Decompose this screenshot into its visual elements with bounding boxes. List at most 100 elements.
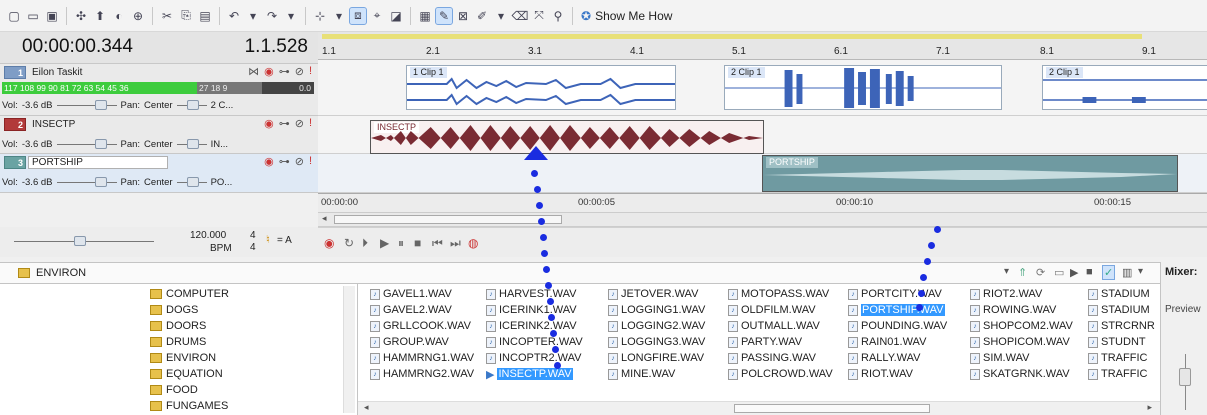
preview-play-icon[interactable]: ▶ [1070,266,1078,279]
slider-knob[interactable] [186,176,199,187]
up-folder-icon[interactable]: ⇑ [1018,266,1027,279]
snap-icon[interactable]: ⊹ [312,8,328,24]
slider-knob[interactable] [186,138,199,149]
file-item[interactable]: ♪ LOGGING1.WAV [608,303,705,317]
file-item[interactable]: ♪ SHOPCOM2.WAV [970,319,1073,333]
path-dropdown-icon[interactable]: ▾ [1004,266,1009,277]
properties-icon[interactable]: ✣ [73,8,89,24]
slider-knob[interactable] [74,236,86,246]
file-item[interactable]: ♪ PORTCITY.WAV [848,287,942,301]
file-item[interactable]: ♪ HARVEST.WAV [486,287,576,301]
timeline-area[interactable]: 1 Clip 1 2 Clip 1 2 Clip 1 INSECTP PORTS… [318,60,1207,218]
file-item[interactable]: ♪ GRLLCOOK.WAV [370,319,471,333]
file-item[interactable]: ♪ OLDFILM.WAV [728,303,816,317]
file-item[interactable]: ♪ GAVEL2.WAV [370,303,452,317]
file-item[interactable]: ♪ RIOT2.WAV [970,287,1042,301]
envelope-tool-icon[interactable]: ⊠ [455,8,471,24]
scroll-thumb[interactable] [334,215,562,224]
tree-folder[interactable]: EQUATION [150,367,223,381]
fader-knob[interactable] [1179,368,1191,386]
stop-icon[interactable]: ■ [414,236,421,250]
arm-record-icon[interactable]: ◉ [264,117,274,130]
slider-knob[interactable] [186,99,199,110]
slider-knob[interactable] [94,99,107,110]
file-item[interactable]: ♪ STADIUM [1088,287,1156,301]
file-item[interactable]: ♪ TRAFFIC [1088,351,1156,365]
refresh-icon[interactable]: ⟳ [1036,266,1045,279]
file-item[interactable]: ♪ LOGGING3.WAV [608,335,705,349]
split-tool-icon[interactable]: ⚲ [550,8,566,24]
show-me-how-button[interactable]: ✪ Show Me How [581,9,672,23]
file-item[interactable]: ♪ SHOPICOM.WAV [970,335,1070,349]
pause-icon[interactable]: ⏸ [398,236,404,251]
timeline-scrollbar[interactable]: ◂ [318,213,1207,227]
slider-knob[interactable] [94,176,107,187]
pan-slider[interactable] [176,138,207,149]
go-to-start-icon[interactable]: ⏮ [432,236,443,251]
file-item[interactable]: ♪ RALLY.WAV [848,351,921,365]
track-header-1[interactable]: 1 Eilon Taskit ⋈ ◉ ⊶ ⊘ ! 117 108 99 90 8… [0,64,318,116]
record-mode-icon[interactable]: ◍ [468,236,478,250]
automation-icon[interactable]: ⋈ [248,65,259,78]
record-icon[interactable]: ◉ [324,236,334,250]
snap-dropdown-icon[interactable]: ▾ [331,8,347,24]
bpm-value[interactable]: 120.000 [190,230,226,241]
fx-icon[interactable]: ⊶ [279,117,290,130]
file-item[interactable]: ♪ STUDNT [1088,335,1156,349]
views-dropdown-icon[interactable]: ▾ [1138,266,1143,277]
file-item[interactable]: ♪ LOGGING2.WAV [608,319,705,333]
track-name[interactable]: Eilon Taskit [28,66,168,79]
file-item[interactable]: ♪ INCOPTER.WAV [486,335,583,349]
pan-slider[interactable] [176,176,207,187]
slider-knob[interactable] [94,138,107,149]
master-slider[interactable] [14,236,154,246]
track-name[interactable]: INSECTP [28,118,168,131]
arm-record-icon[interactable]: ◉ [264,65,274,78]
file-item[interactable]: ♪ PASSING.WAV [728,351,816,365]
track-header-3[interactable]: 3 PORTSHIP ◉ ⊶ ⊘ ! Vol: -3.6 dB Pan: Cen… [0,154,318,193]
mute-icon[interactable]: ⊘ [295,117,304,130]
file-item[interactable]: ♪ GAVEL1.WAV [370,287,452,301]
auto-ripple-icon[interactable]: ⧈ [349,6,367,25]
file-item[interactable]: ♪ STADIUM [1088,303,1156,317]
new-folder-icon[interactable]: ▭ [1054,266,1064,279]
cut-icon[interactable]: ✂ [159,8,175,24]
file-item[interactable]: ♪ ROWING.WAV [970,303,1056,317]
file-item[interactable]: ♪ MOTOPASS.WAV [728,287,829,301]
save-icon[interactable]: ▣ [44,8,60,24]
views-icon[interactable]: ▥ [1122,266,1132,279]
explorer-path[interactable]: ENVIRON [36,267,86,279]
track-name[interactable]: PORTSHIP [28,156,168,169]
file-item[interactable]: ♪ JETOVER.WAV [608,287,698,301]
file-item[interactable]: ♪ HAMMRNG2.WAV [370,367,474,381]
brush-dropdown-icon[interactable]: ▾ [493,8,509,24]
time-ruler[interactable]: 00:00:00 00:00:05 00:00:10 00:00:15 [318,193,1207,213]
copy-icon[interactable]: ⎘ [178,8,194,24]
file-item[interactable]: ♪ POUNDING.WAV [848,319,947,333]
file-item[interactable]: ♪ RIOT.WAV [848,367,913,381]
volume-slider[interactable] [56,99,117,110]
solo-icon[interactable]: ! [309,117,312,130]
open-folder-icon[interactable]: ▭ [25,8,41,24]
zoom-icon[interactable]: ⊕ [130,8,146,24]
ignore-grouping-icon[interactable]: ◪ [388,8,404,24]
new-file-icon[interactable]: ▢ [6,8,22,24]
file-item[interactable]: ♪ SKATGRNK.WAV [970,367,1070,381]
file-item[interactable]: ♪ INCOPTR2.WAV [486,351,582,365]
play-from-start-icon[interactable]: ⏵ [362,236,368,251]
play-icon[interactable]: ▶ [380,236,389,250]
tree-scrollbar[interactable] [343,286,355,413]
tree-folder[interactable]: FOOD [150,383,198,397]
scroll-left-icon[interactable]: ◂ [364,402,369,413]
file-item[interactable]: ♪ POLCROWD.WAV [728,367,833,381]
undo-icon[interactable]: ↶ [226,8,242,24]
file-item-selected[interactable]: ♪ PORTSHIP.WAV [848,303,945,317]
eraser-icon[interactable]: ⌫ [512,8,529,24]
loop-region-bar[interactable] [322,34,1142,39]
time-sig-bottom[interactable]: 4 [250,242,256,253]
fx-icon[interactable]: ⊶ [279,65,290,78]
render-icon[interactable]: ⬆ [92,8,108,24]
paste-icon[interactable]: ▤ [197,8,213,24]
file-list-scrollbar[interactable]: ◂ ▸ [358,401,1160,415]
mute-icon[interactable]: ⊘ [295,65,304,78]
